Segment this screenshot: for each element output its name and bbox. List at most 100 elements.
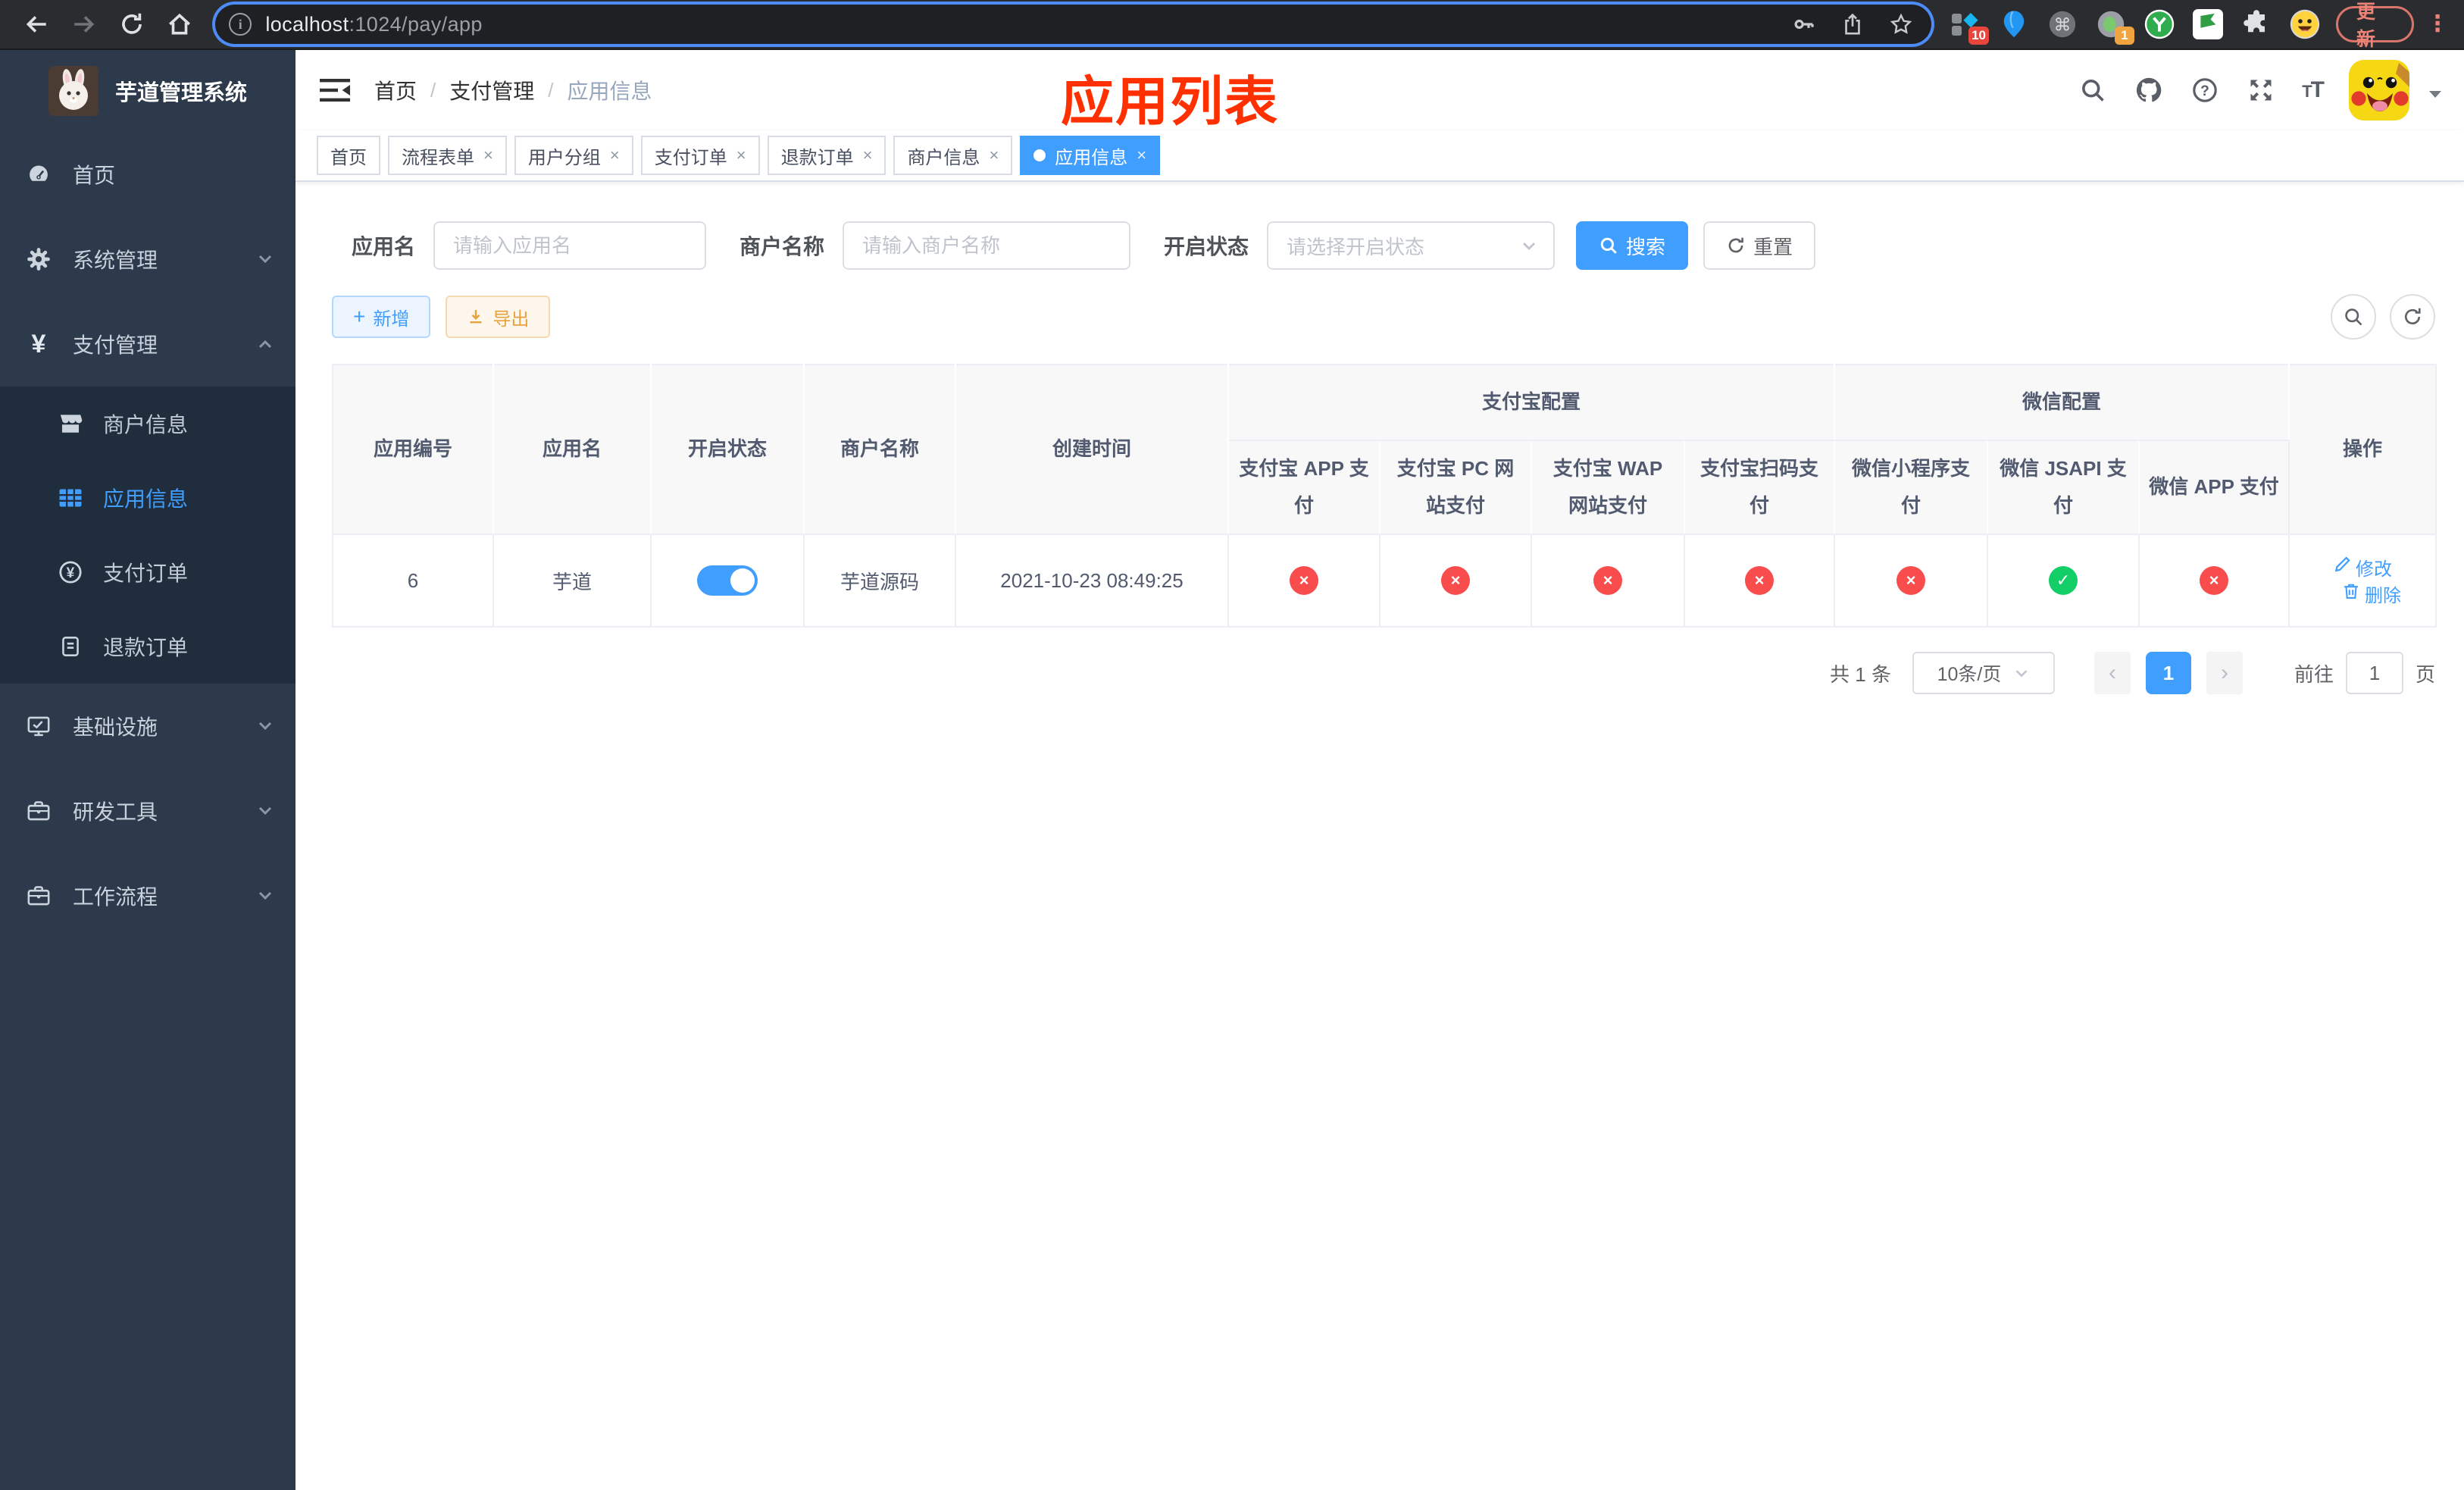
chevron-up-icon xyxy=(256,335,274,353)
sidebar-item-label: 系统管理 xyxy=(73,249,158,272)
current-page-button[interactable]: 1 xyxy=(2145,652,2191,694)
table-toolbar: + 新增 导出 xyxy=(332,294,2435,340)
tab-close-icon[interactable]: × xyxy=(989,147,999,164)
fullscreen-icon[interactable] xyxy=(2246,75,2276,105)
sidebar-item-refund-order[interactable]: 退款订单 xyxy=(0,609,295,684)
extensions-puzzle-icon[interactable] xyxy=(2240,8,2272,40)
tab-close-icon[interactable]: × xyxy=(1137,147,1146,164)
edit-link[interactable]: 修改 xyxy=(2333,554,2392,581)
cell-created-at: 2021-10-23 08:49:25 xyxy=(1000,568,1184,592)
search-button[interactable]: 搜索 xyxy=(1576,221,1689,270)
tab-close-icon[interactable]: × xyxy=(863,147,873,164)
sidebar-item-label: 支付管理 xyxy=(73,333,158,357)
header-search-icon[interactable] xyxy=(2078,75,2108,105)
pencil-icon xyxy=(2333,556,2356,579)
forward-icon[interactable] xyxy=(67,8,100,41)
extension-flag-icon[interactable] xyxy=(2192,8,2224,40)
breadcrumb-pay-mgmt[interactable]: 支付管理 xyxy=(449,75,534,105)
sidebar-item-system-mgmt[interactable]: 系统管理 xyxy=(0,217,295,302)
delete-link[interactable]: 删除 xyxy=(2342,581,2401,607)
column-header: 支付宝 APP 支付 xyxy=(1228,440,1381,535)
sidebar-item-infrastructure[interactable]: 基础设施 xyxy=(0,684,295,768)
reload-icon[interactable] xyxy=(115,8,148,41)
sidebar-item-dev-tools[interactable]: 研发工具 xyxy=(0,768,295,853)
app-name-input[interactable] xyxy=(433,221,707,270)
extension-command-icon[interactable]: ⌘ xyxy=(2047,8,2078,40)
bookmark-star-icon[interactable] xyxy=(1886,9,1916,39)
status-toggle[interactable] xyxy=(697,565,758,596)
user-avatar[interactable] xyxy=(2349,60,2409,121)
prev-page-button[interactable]: ‹ xyxy=(2093,652,2131,694)
toggle-knob xyxy=(730,568,755,593)
export-button[interactable]: 导出 xyxy=(446,296,551,338)
site-info-icon[interactable]: i xyxy=(229,13,252,36)
home-icon[interactable] xyxy=(163,8,195,41)
column-header-actions: 操作 xyxy=(2289,365,2437,535)
page-size-select[interactable]: 10条/页 xyxy=(1912,652,2055,694)
goto-page-input[interactable] xyxy=(2345,652,2403,694)
sidebar-item-pay-mgmt[interactable]: ¥ 支付管理 xyxy=(0,302,295,387)
tab-label: 商户信息 xyxy=(907,147,980,168)
breadcrumb: 首页 / 支付管理 / 应用信息 xyxy=(374,75,652,105)
briefcase-icon xyxy=(26,798,52,824)
status-select[interactable]: 请选择开启状态 xyxy=(1267,221,1556,270)
data-table: 应用编号 应用名 开启状态 商户名称 创建时间 支付宝配置 微信配置 操作 支付宝 APP 支付… xyxy=(332,364,2437,628)
extension-balloon-icon[interactable] xyxy=(1998,8,2030,40)
browser-menu-icon[interactable]: ⋮ xyxy=(2426,13,2449,36)
tab-refund-order[interactable]: 退款订单 × xyxy=(767,136,886,175)
sidebar-item-workflow[interactable]: 工作流程 xyxy=(0,853,295,938)
chevron-down-icon xyxy=(256,802,274,820)
address-bar[interactable]: i localhost:1024/pay/app xyxy=(215,5,1931,44)
cell-pay-config: × xyxy=(2139,534,2290,628)
app-name-label: 应用名 xyxy=(352,235,416,258)
tab-label: 流程表单 xyxy=(402,147,474,168)
extension-recorder-icon[interactable]: 1 xyxy=(2095,8,2134,45)
column-header: 微信小程序支付 xyxy=(1834,440,1989,535)
reset-button[interactable]: 重置 xyxy=(1703,221,1816,270)
extension-blocks-icon[interactable]: 10 xyxy=(1950,8,1989,45)
tab-user-group[interactable]: 用户分组 × xyxy=(514,136,633,175)
pagination: 共 1 条 10条/页 ‹ 1 › 前往 页 xyxy=(332,652,2435,694)
tab-pay-order[interactable]: 支付订单 × xyxy=(640,136,760,175)
sidebar-item-home[interactable]: 首页 xyxy=(0,132,295,217)
add-button[interactable]: + 新增 xyxy=(332,296,431,338)
sidebar-fold-icon[interactable] xyxy=(318,74,352,107)
sidebar-item-pay-order[interactable]: ¥ 支付订单 xyxy=(0,535,295,609)
status-select-placeholder: 请选择开启状态 xyxy=(1287,235,1425,258)
github-icon[interactable] xyxy=(2134,75,2164,105)
tab-label: 首页 xyxy=(330,147,367,168)
font-size-icon[interactable]: TT xyxy=(2302,77,2325,103)
back-icon[interactable] xyxy=(20,8,52,41)
chrome-update-button[interactable]: 更新 xyxy=(2336,2,2414,50)
tab-close-icon[interactable]: × xyxy=(483,147,493,164)
tab-merchant-info[interactable]: 商户信息 × xyxy=(893,136,1013,175)
sidebar-item-merchant-info[interactable]: 商户信息 xyxy=(0,387,295,461)
help-icon[interactable]: ? xyxy=(2190,75,2220,105)
refresh-button[interactable] xyxy=(2390,294,2435,340)
tab-home[interactable]: 首页 xyxy=(317,136,380,175)
toggle-search-button[interactable] xyxy=(2331,294,2376,340)
password-key-icon[interactable] xyxy=(1789,9,1819,39)
tab-close-icon[interactable]: × xyxy=(610,147,620,164)
sidebar-item-label: 工作流程 xyxy=(73,885,158,909)
tab-app-info[interactable]: 应用信息 × xyxy=(1020,136,1161,175)
shop-icon xyxy=(58,411,83,437)
column-header: 应用编号 xyxy=(333,365,494,535)
extension-yuque-icon[interactable] xyxy=(2143,8,2175,40)
tab-flow-form[interactable]: 流程表单 × xyxy=(388,136,507,175)
tab-label: 用户分组 xyxy=(527,147,601,168)
next-page-button[interactable]: › xyxy=(2206,652,2243,694)
tab-close-icon[interactable]: × xyxy=(736,147,746,164)
avatar-caret-icon[interactable] xyxy=(2426,81,2444,99)
share-icon[interactable] xyxy=(1837,9,1868,39)
svg-text:¥: ¥ xyxy=(67,565,75,581)
sidebar-item-app-info[interactable]: 应用信息 xyxy=(0,461,295,535)
active-dot-icon xyxy=(1033,149,1046,161)
app-logo-row[interactable]: 芋道管理系统 xyxy=(0,50,295,132)
tab-label: 退款订单 xyxy=(780,147,854,168)
status-x-icon: × xyxy=(1441,566,1470,595)
browser-profile-avatar[interactable] xyxy=(2289,8,2321,40)
merchant-name-input[interactable] xyxy=(843,221,1131,270)
breadcrumb-home[interactable]: 首页 xyxy=(374,75,417,105)
sidebar-item-label: 应用信息 xyxy=(103,487,189,511)
